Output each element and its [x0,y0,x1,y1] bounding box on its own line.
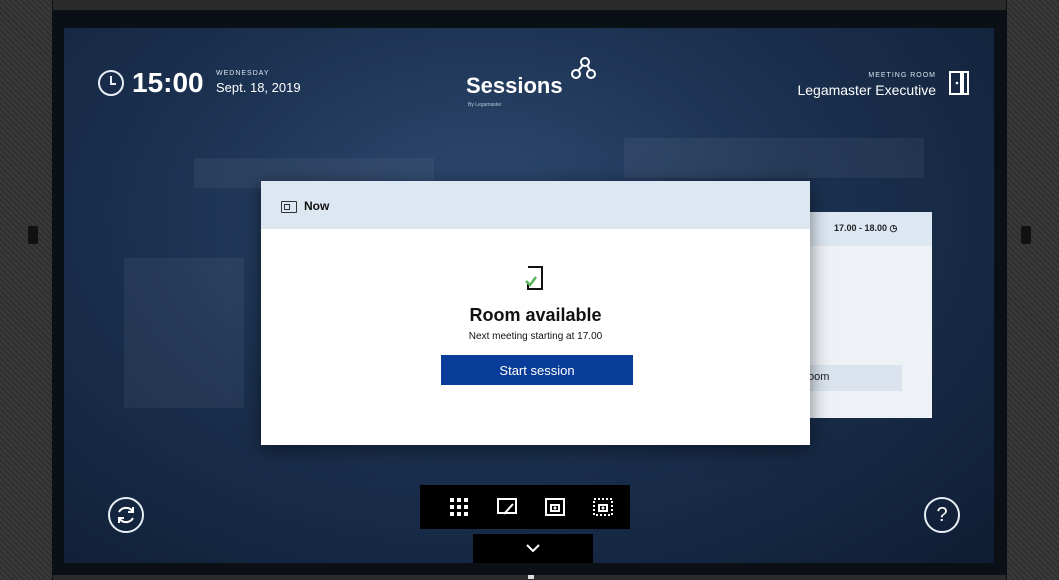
whiteboard-icon[interactable] [496,496,518,518]
weekday: WEDNESDAY [216,70,270,77]
now-modal: Now Room available Next meeting starting… [261,181,810,445]
current-time: 15:00 [132,67,204,98]
brand-logo: Sessions [466,73,563,98]
refresh-button[interactable] [108,497,144,533]
toolbar [420,485,630,529]
background-shape [124,258,244,408]
refresh-icon [118,506,134,524]
start-session-button[interactable]: Start session [441,355,633,385]
help-button[interactable]: ? [924,497,960,533]
next-meeting-text: Next meeting starting at 17.00 [468,331,603,342]
room-available-icon [525,266,543,290]
clock-icon [98,70,124,96]
apps-grid-icon[interactable] [448,496,470,518]
brand-subtitle: By Legamaster [468,102,502,108]
left-speaker [0,0,53,580]
room-name: Legamaster Executive [797,82,936,98]
modal-header-label: Now [304,199,330,213]
card-button[interactable]: oom [804,365,902,391]
door-icon[interactable] [948,70,970,96]
date: Sept. 18, 2019 [216,80,301,95]
availability-title: Room available [469,305,602,325]
right-speaker [1006,0,1059,580]
screenshot-icon[interactable] [544,496,566,518]
chevron-down-icon [526,544,540,553]
area-capture-icon[interactable] [592,496,614,518]
left-nub [28,226,38,244]
meeting-time-range: 17.00 - 18.00 ◷ [834,223,898,233]
calendar-icon [281,201,297,213]
screen: 15:00 WEDNESDAY Sept. 18, 2019 Sessions … [64,28,994,563]
sensor-dot [528,575,534,579]
display-frame: 15:00 WEDNESDAY Sept. 18, 2019 Sessions … [0,0,1059,580]
right-nub [1021,226,1031,244]
background-shape [624,138,924,178]
share-network-icon [571,57,596,79]
room-label: MEETING ROOM [868,72,936,79]
expand-toolbar-button[interactable] [473,534,593,563]
modal-header: Now [261,181,810,229]
